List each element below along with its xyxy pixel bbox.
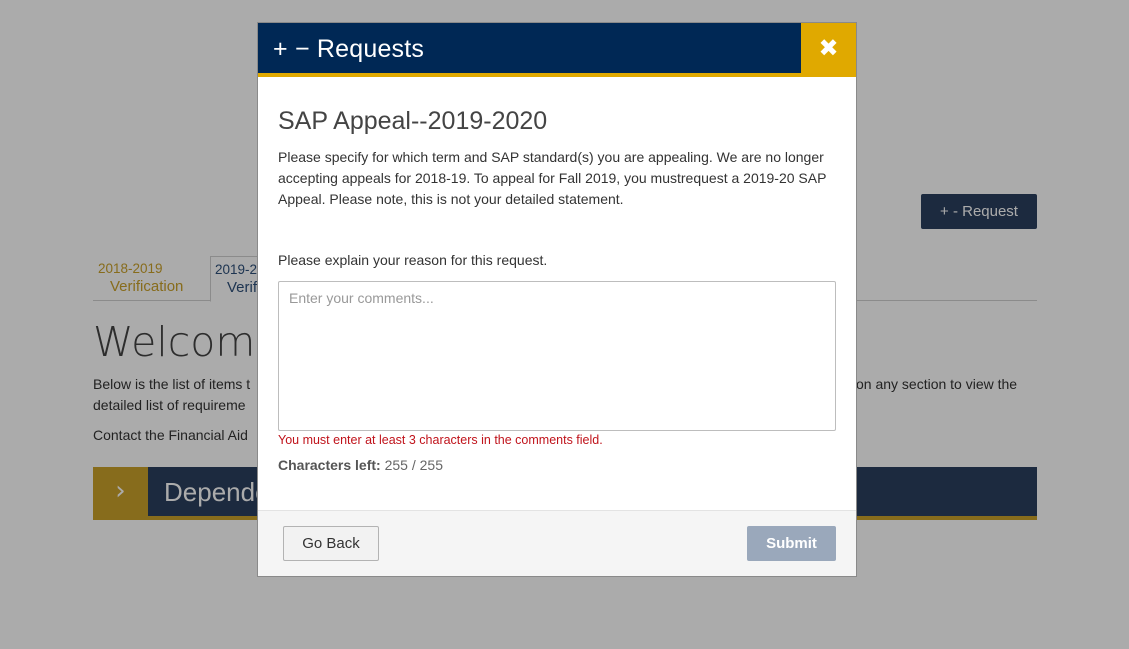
go-back-button[interactable]: Go Back (283, 526, 379, 561)
request-description: Please specify for which term and SAP st… (278, 149, 827, 207)
modal-header: + − Requests ✖ (258, 23, 856, 77)
characters-left: Characters left: 255 / 255 (278, 457, 443, 473)
request-type-heading: SAP Appeal--2019-2020 (278, 107, 548, 135)
requests-modal: + − Requests ✖ SAP Appeal--2019-2020 Ple… (257, 22, 857, 577)
modal-title: + − Requests (273, 35, 425, 63)
comments-input[interactable] (278, 281, 836, 431)
submit-button[interactable]: Submit (747, 526, 836, 561)
reason-label: Please explain your reason for this requ… (278, 252, 548, 268)
characters-left-value: 255 / 255 (384, 457, 443, 473)
validation-error: You must enter at least 3 characters in … (278, 433, 603, 447)
close-icon[interactable]: ✖ (801, 23, 856, 73)
modal-footer: Go Back Submit (258, 510, 856, 576)
characters-left-label: Characters left: (278, 457, 381, 473)
